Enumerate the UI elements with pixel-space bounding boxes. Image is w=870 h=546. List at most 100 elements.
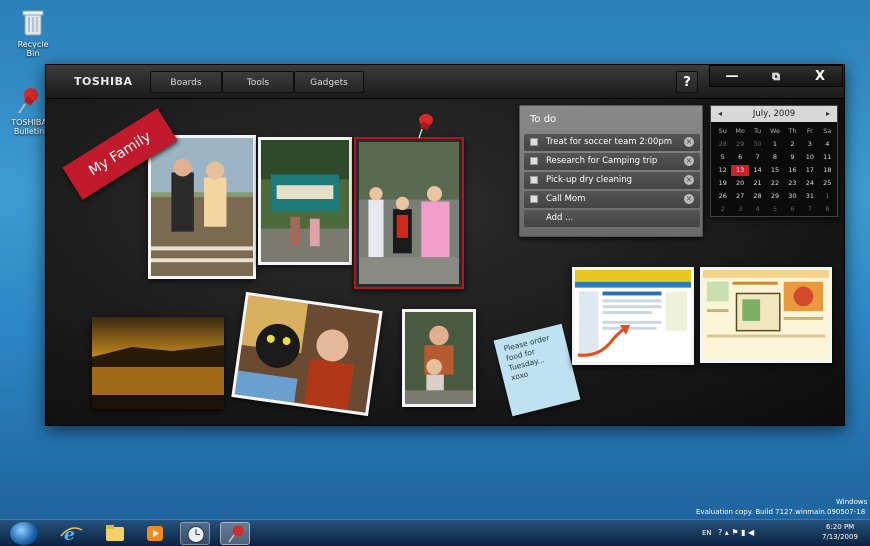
calendar-day[interactable]: 4 [749,204,766,215]
chevron-up-icon[interactable]: ▴ [725,528,729,537]
flag-icon[interactable]: ⚑ [731,528,738,537]
tray-icons[interactable]: ? ▴ ⚑ ▮ ◀ [718,528,754,537]
calendar-day[interactable]: 28 [749,191,766,202]
clock-time[interactable]: 6:20 PM [826,523,854,531]
todo-item[interactable]: Pick-up dry cleaning × [524,172,700,189]
calendar-day[interactable]: 12 [714,165,731,176]
calendar-day[interactable]: 17 [801,165,818,176]
delete-icon[interactable]: × [684,137,694,147]
help-icon[interactable]: ? [718,528,722,537]
photo-sunset-lake[interactable] [92,317,224,409]
photo-halloween[interactable] [354,137,464,289]
calendar-day[interactable]: 7 [801,204,818,215]
sticky-note[interactable]: Please order food for Tuesday... xoxo [493,323,581,417]
calendar-day[interactable]: 5 [766,204,783,215]
help-button[interactable]: ? [676,71,698,93]
calendar-day[interactable]: 14 [749,165,766,176]
taskbar-ie-button[interactable]: e [56,522,86,545]
calendar-day[interactable]: 8 [766,152,783,163]
calendar-day[interactable]: 5 [714,152,731,163]
calendar-day[interactable]: 19 [714,178,731,189]
calendar-day[interactable]: 20 [731,178,748,189]
delete-icon[interactable]: × [684,156,694,166]
pushpin-icon [228,525,244,543]
calendar-day[interactable]: 29 [731,139,748,150]
calendar-day[interactable]: 1 [766,139,783,150]
calendar-day[interactable]: 6 [731,152,748,163]
desktop-icon-recycle-bin[interactable]: Recycle Bin [10,8,56,58]
calendar-day[interactable]: 28 [714,139,731,150]
calendar-day[interactable]: 31 [801,191,818,202]
photo-mom-child[interactable] [402,309,476,407]
taskbar-explorer-button[interactable] [100,522,130,545]
language-indicator[interactable]: EN [702,529,712,537]
calendar-day[interactable]: 21 [749,178,766,189]
calendar-day[interactable]: 22 [766,178,783,189]
calendar-day[interactable]: 13 [731,165,749,176]
calendar-day[interactable]: 30 [749,139,766,150]
calendar-day[interactable]: 3 [801,139,818,150]
webpage-clipping-2[interactable] [700,267,832,363]
recycle-bin-icon [22,10,44,36]
todo-item[interactable]: Research for Camping trip × [524,153,700,170]
calendar-widget: ◂ July, 2009 ▸ Su Mo Tu We Th Fr Sa 28 29 30 1 2 3 4 5… [710,105,838,217]
calendar-day[interactable]: 11 [819,152,836,163]
menu-gadgets-button[interactable]: Gadgets [294,71,364,93]
calendar-day[interactable]: 10 [801,152,818,163]
calendar-day[interactable]: 30 [784,191,801,202]
calendar-day[interactable]: 3 [731,204,748,215]
menu-tools-button[interactable]: Tools [222,71,294,93]
calendar-day[interactable]: 8 [819,204,836,215]
calendar-day[interactable]: 6 [784,204,801,215]
photo-image [234,295,380,413]
pushpin-icon [18,88,38,114]
calendar-day[interactable]: 25 [819,178,836,189]
calendar-next-button[interactable]: ▸ [821,106,835,122]
restore-button[interactable]: ⧉ [754,66,798,88]
delete-icon[interactable]: × [684,194,694,204]
calendar-day[interactable]: 1 [819,191,836,202]
menu-boards-button[interactable]: Boards [150,71,222,93]
checkbox[interactable] [530,195,538,203]
todo-add-button[interactable]: Add ... [524,210,700,227]
photo-kids-stairs[interactable] [148,135,256,279]
pushpin-icon[interactable] [412,111,436,139]
checkbox[interactable] [530,138,538,146]
calendar-day[interactable]: 2 [714,204,731,215]
taskbar-bulletin-button[interactable] [220,522,250,545]
calendar-day[interactable]: 26 [714,191,731,202]
network-icon[interactable]: ▮ [741,528,745,537]
todo-item[interactable]: Call Mom × [524,191,700,208]
photo-animal-kingdom[interactable] [258,137,352,265]
calendar-day[interactable]: 27 [731,191,748,202]
window-controls: — ⧉ X [709,65,843,87]
calendar-day[interactable]: 18 [819,165,836,176]
todo-item[interactable]: Treat for soccer team 2:00pm × [524,134,700,151]
calendar-day[interactable]: 15 [766,165,783,176]
clock-date[interactable]: 7/13/2009 [822,533,858,541]
calendar-day[interactable]: 7 [749,152,766,163]
calendar-day[interactable]: 24 [801,178,818,189]
start-button[interactable] [10,522,38,545]
board-title-text: My Family [86,128,154,180]
calendar-weekday: We [769,127,781,135]
calendar-day[interactable]: 23 [784,178,801,189]
calendar-day[interactable]: 4 [819,139,836,150]
taskbar-clock-app-button[interactable] [180,522,210,545]
calendar-day[interactable]: 16 [784,165,801,176]
delete-icon[interactable]: × [684,175,694,185]
calendar-day[interactable]: 29 [766,191,783,202]
calendar-header: ◂ July, 2009 ▸ [711,106,837,122]
calendar-day[interactable]: 9 [784,152,801,163]
checkbox[interactable] [530,157,538,165]
photo-boy-plush[interactable] [231,291,383,417]
calendar-weekday: Sa [823,127,832,135]
calendar-day[interactable]: 2 [784,139,801,150]
close-button[interactable]: X [798,66,842,88]
minimize-button[interactable]: — [710,66,754,88]
calendar-prev-button[interactable]: ◂ [713,106,727,122]
todo-item-text: Call Mom [546,194,586,204]
taskbar-media-button[interactable] [140,522,170,545]
volume-icon[interactable]: ◀ [748,528,754,537]
checkbox[interactable] [530,176,538,184]
